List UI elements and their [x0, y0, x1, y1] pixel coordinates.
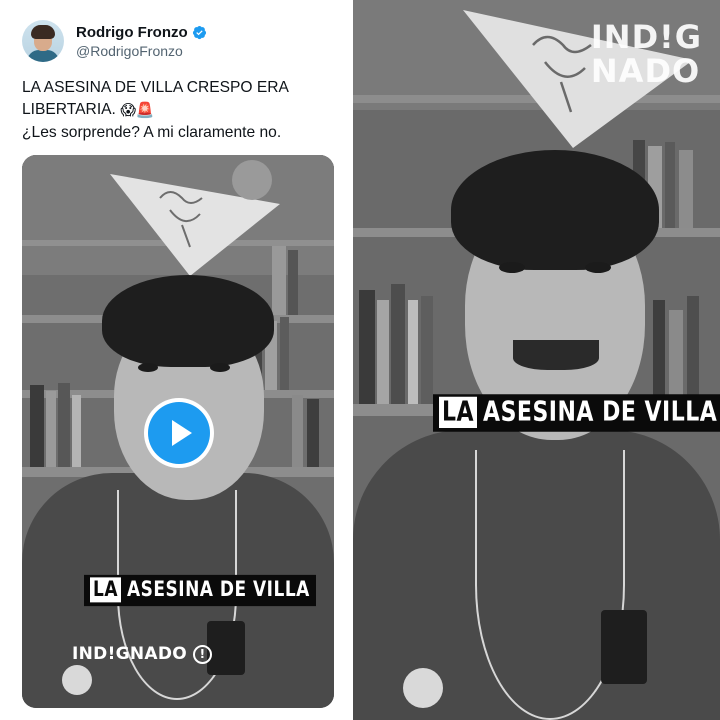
user-name-row: Rodrigo Fronzo — [76, 24, 207, 41]
watermark-line-2: NADO — [590, 52, 701, 90]
user-info: Rodrigo Fronzo @RodrigoFronzo — [76, 24, 207, 59]
caption-rest: ASESINA DE VILLA — [127, 577, 310, 603]
play-button[interactable] — [144, 398, 214, 468]
tweet-text-line-3: ¿Les sorprende? A mi claramente no. — [22, 124, 282, 141]
video-caption-right: LA ASESINA DE VILLA — [433, 394, 720, 432]
tweet-text: LA ASESINA DE VILLA CRESPO ERA LIBERTARI… — [22, 77, 342, 144]
verified-badge-icon — [192, 25, 206, 39]
person-hair-right — [451, 150, 659, 270]
tweet-video[interactable]: LA ASESINA DE VILLA IND!GNADO ! — [22, 155, 334, 708]
lapel-mic — [207, 621, 245, 675]
tweet-text-line-2: LIBERTARIA. 😱🚨 — [22, 99, 342, 122]
tweet-card: Rodrigo Fronzo @RodrigoFronzo LA ASESINA… — [0, 0, 352, 720]
author-name[interactable]: Rodrigo Fronzo — [76, 24, 188, 41]
brand-label: IND!GNADO — [72, 644, 188, 664]
play-icon — [148, 402, 210, 464]
warning-badge-icon: ! — [193, 644, 213, 664]
mouth — [513, 340, 599, 370]
caption-first-word-right: LA — [439, 396, 478, 428]
author-handle[interactable]: @RodrigoFronzo — [76, 43, 207, 59]
video-frame-right: IND!G NADO LA ASESINA DE VILLA — [353, 0, 720, 720]
caption-rest-right: ASESINA DE VILLA — [483, 396, 718, 428]
lapel-mic-right — [601, 610, 647, 684]
video-caption-left: LA ASESINA DE VILLA — [84, 574, 316, 607]
emoji-group: 😱🚨 — [120, 102, 155, 119]
watermark-line-1: IND!G — [590, 18, 702, 56]
caption-first-word: LA — [90, 577, 121, 603]
avatar[interactable] — [22, 20, 64, 62]
tweet-text-line-2-text: LIBERTARIA. — [22, 101, 116, 118]
tweet-text-line-1: LA ASESINA DE VILLA CRESPO ERA — [22, 79, 289, 96]
video-right-scene — [353, 0, 720, 720]
brand-logo-small: IND!GNADO ! — [72, 644, 213, 664]
brand-watermark: IND!G NADO — [591, 20, 702, 88]
person-hair — [102, 275, 274, 367]
tweet-header: Rodrigo Fronzo @RodrigoFronzo — [22, 20, 207, 62]
